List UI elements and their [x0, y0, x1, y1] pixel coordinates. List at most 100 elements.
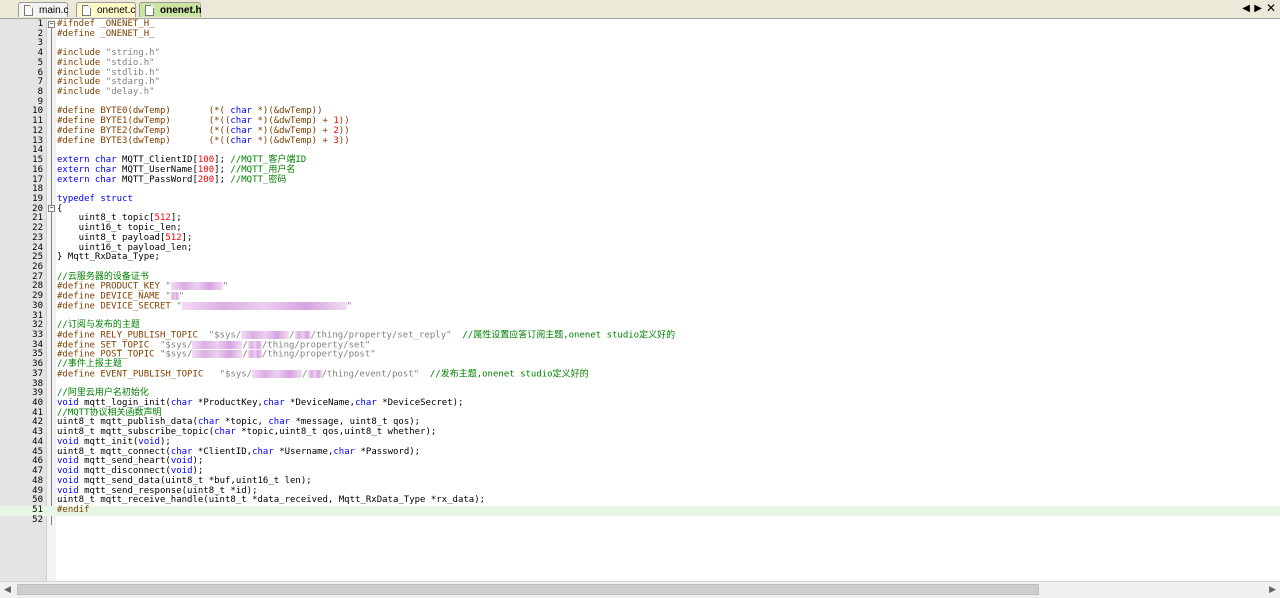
code-token: mqtt_login_init( — [78, 398, 171, 409]
code-token: )) — [338, 116, 350, 127]
code-token: "stdarg.h" — [105, 77, 160, 88]
code-line[interactable]: 43 uint8_t mqtt_subscribe_topic(char *top… — [0, 427, 1280, 438]
code-line[interactable]: 4 #include "string.h" — [0, 48, 1280, 59]
scroll-left-icon[interactable]: ◀ — [1242, 4, 1250, 14]
code-line[interactable]: 19 typedef struct — [0, 194, 1280, 205]
code-line[interactable]: 51 #endif — [0, 505, 1280, 516]
code-token: char — [262, 398, 285, 409]
code-token: #include — [57, 67, 106, 78]
code-token: void — [57, 466, 79, 477]
code-line[interactable]: 3 — [0, 39, 1280, 49]
code-token: mqtt_send_response(uint8_t *id); — [78, 485, 258, 496]
code-line[interactable]: 20{ — [0, 204, 1280, 215]
horizontal-scrollbar[interactable]: ◀ ▶ — [0, 581, 1280, 598]
code-token: char — [230, 116, 253, 127]
line-text: #endif — [57, 505, 90, 516]
code-token: *ProductKey, — [192, 398, 263, 409]
code-token: #define RELY_PUBLISH_TOPIC — [57, 330, 209, 341]
code-token: //MQTT_客户端ID — [230, 155, 307, 166]
code-token: char — [333, 446, 356, 457]
code-token: *)(&dwTemp) + — [252, 135, 334, 146]
code-line[interactable]: 21 uint8_t topic[512]; — [0, 214, 1280, 224]
line-text: typedef struct — [57, 194, 133, 205]
code-token: *Password); — [355, 446, 421, 457]
code-token: "$sys/ — [159, 340, 193, 351]
code-token: ]; — [170, 213, 182, 224]
redacted-text — [170, 282, 223, 291]
code-editor[interactable]: − − 1 #ifndef _ONENET_H_ 2 #define _ONENET_… — [0, 19, 1280, 581]
code-token: "stdlib.h" — [105, 67, 160, 78]
code-line[interactable]: 37 #define EVENT_PUBLISH_TOPIC "$sys///th… — [0, 369, 1280, 380]
code-token: #define _ONENET_H_ — [57, 28, 155, 39]
code-line[interactable]: 13 #define BYTE3(dwTemp) (*((char *)(&dwT… — [0, 135, 1280, 147]
code-line[interactable]: 1 #ifndef _ONENET_H_ — [0, 19, 1280, 30]
tab-onenet-h[interactable]: onenet.h — [139, 2, 202, 17]
code-token: void — [138, 436, 160, 447]
code-token: " — [346, 301, 353, 312]
code-token: #define DEVICE_NAME — [57, 291, 166, 302]
code-line[interactable]: 7 #include "stdarg.h" — [0, 77, 1280, 88]
code-line[interactable]: 2 #define _ONENET_H_ — [0, 28, 1280, 40]
close-icon[interactable]: ✕ — [1266, 2, 1276, 14]
code-line[interactable]: 18 — [0, 184, 1280, 195]
code-token: #define EVENT_PUBLISH_TOPIC — [57, 369, 220, 380]
code-line[interactable]: 52 — [0, 515, 1280, 526]
code-line[interactable]: 25} Mqtt_RxData_Type; — [0, 252, 1280, 263]
code-token: )) — [338, 125, 350, 136]
code-token: extern char — [57, 155, 117, 166]
code-token: *topic,uint8_t qos,uint8_t whether); — [235, 427, 437, 438]
code-token: char — [268, 417, 291, 428]
line-number: 8 — [37, 87, 43, 98]
code-line[interactable]: 30 #define DEVICE_SECRET " " — [0, 301, 1280, 312]
code-token: char — [252, 446, 274, 457]
scroll-right-icon[interactable]: ▶ — [1269, 585, 1276, 594]
code-line[interactable]: 26 — [0, 262, 1280, 273]
code-line[interactable]: 31 — [0, 311, 1280, 322]
code-token: void — [57, 475, 79, 486]
scrollbar-thumb[interactable] — [17, 584, 1039, 595]
line-number: 1 — [37, 19, 43, 29]
code-line[interactable]: 27//云服务器的设备证书 — [0, 272, 1280, 283]
code-token: uint8_t mqtt_publish_data( — [57, 417, 198, 428]
code-token: "stdio.h" — [105, 57, 155, 68]
code-token: //MQTT协议相关函数声明 — [57, 407, 162, 418]
code-token: #include — [57, 48, 106, 59]
code-token: char — [170, 398, 193, 409]
code-line[interactable]: 29 #define DEVICE_NAME " " — [0, 291, 1280, 302]
scroll-right-icon[interactable]: ▶ — [1254, 4, 1262, 14]
code-token: uint8_t mqtt_subscribe_topic( — [57, 427, 215, 438]
code-token: MQTT_ClientID[ — [116, 155, 198, 166]
code-token: 100 — [197, 164, 215, 175]
code-token: #define BYTE0(dwTemp) (*( — [57, 106, 231, 117]
code-token: mqtt_init( — [78, 436, 139, 447]
redacted-text — [247, 350, 262, 359]
file-icon — [145, 5, 154, 16]
tab-main-c[interactable]: main.c — [18, 2, 68, 17]
code-token: void — [57, 398, 79, 409]
code-token: uint16_t topic_len; — [57, 223, 182, 234]
code-line[interactable]: 6 #include "stdlib.h" — [0, 67, 1280, 79]
code-line[interactable]: 28 #define PRODUCT_KEY " " — [0, 282, 1280, 292]
code-line[interactable]: 40 void mqtt_login_init(char *ProductKey,… — [0, 398, 1280, 409]
code-token: 512 — [154, 213, 171, 224]
code-token: "$sys/ — [219, 369, 253, 380]
code-line[interactable]: 24 uint16_t payload_len; — [0, 243, 1280, 254]
code-area[interactable]: 1 #ifndef _ONENET_H_ 2 #define _ONENET_H_ 3 4… — [0, 19, 1280, 526]
code-token: *)(&dwTemp) + — [252, 125, 334, 136]
line-number: 5 — [37, 57, 43, 68]
code-line[interactable]: 5 #include "stdio.h" — [0, 57, 1280, 69]
code-line[interactable]: 50 uint8_t mqtt_receive_handle(uint8_t *d… — [0, 495, 1280, 506]
code-token: //阿里云用户名初始化 — [57, 388, 149, 399]
line-number: 6 — [37, 67, 43, 78]
code-token: char — [230, 135, 253, 146]
code-token: void — [57, 456, 79, 467]
code-token: #include — [57, 87, 106, 98]
code-line[interactable]: 38 — [0, 379, 1280, 390]
code-token: //属性设置应答订阅主题,onenet studio定义好的 — [451, 330, 676, 341]
redacted-text — [192, 350, 243, 359]
scroll-left-icon[interactable]: ◀ — [4, 585, 11, 594]
code-line[interactable]: 35 #define POST_TOPIC "$sys///thing/prope… — [0, 350, 1280, 360]
tab-onenet-c[interactable]: onenet.c — [76, 2, 136, 17]
code-line[interactable]: 8 #include "delay.h" — [0, 87, 1280, 98]
code-line[interactable]: 17 extern char MQTT_PassWord[200]; //MQTT… — [0, 175, 1280, 186]
